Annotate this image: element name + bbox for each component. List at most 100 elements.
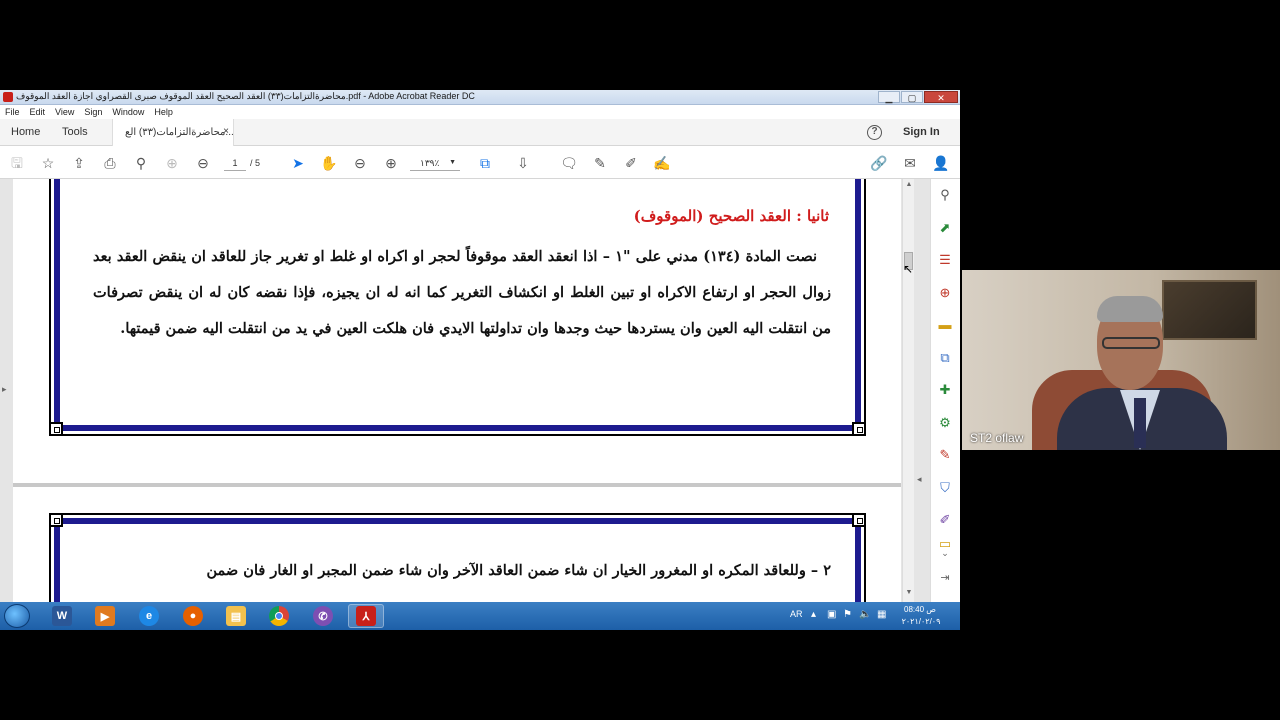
scan-enhance-icon[interactable]: ⚙ bbox=[936, 414, 954, 432]
tab-tools[interactable]: Tools bbox=[62, 126, 88, 138]
border-corner-ornament bbox=[49, 422, 63, 436]
clock-time[interactable]: ص 08:40 bbox=[900, 605, 940, 614]
organize-pages-icon[interactable]: ☰ bbox=[936, 251, 954, 269]
taskbar-chrome[interactable] bbox=[261, 604, 297, 628]
save-icon[interactable]: 🖫 bbox=[8, 154, 26, 172]
clock-date[interactable]: ٢٠٢١/٠٢/٠٩ bbox=[898, 617, 944, 626]
draw-icon[interactable]: ✐ bbox=[622, 154, 640, 172]
zoom-level-value: ١٣٩٪ bbox=[420, 158, 440, 168]
comment-icon[interactable]: 🗨 bbox=[560, 154, 578, 172]
document-paragraph: نصت المادة (١٣٤) مدني على "١ – اذا انعقد… bbox=[93, 248, 831, 337]
pdf-page-1: ثانيا : العقد الصحيح (الموقوف) نصت الماد… bbox=[13, 179, 901, 484]
maximize-button[interactable]: ▢ bbox=[901, 91, 923, 103]
menu-edit[interactable]: Edit bbox=[30, 105, 46, 119]
fit-page-icon[interactable]: ⧉ bbox=[476, 154, 494, 172]
taskbar-word[interactable]: W bbox=[44, 604, 80, 628]
mouse-cursor-icon: ↖ bbox=[903, 262, 914, 276]
folder-icon: ▤ bbox=[226, 606, 246, 626]
window-title: محاضرةالتزامات(٣٣) العقد الصحيح العقد ال… bbox=[16, 91, 475, 101]
menu-window[interactable]: Window bbox=[112, 105, 144, 119]
send-signature-icon[interactable]: ✐ bbox=[936, 511, 954, 529]
network-icon[interactable]: ▦ bbox=[877, 609, 886, 620]
share-upload-icon[interactable]: ⇪ bbox=[70, 154, 88, 172]
media-player-icon: ▶ bbox=[95, 606, 115, 626]
tray-expand-icon[interactable]: ▴ bbox=[811, 609, 816, 620]
edit-pdf-icon[interactable]: ✚ bbox=[936, 381, 954, 399]
search-icon[interactable]: ⚲ bbox=[936, 186, 954, 204]
link-icon[interactable]: 🔗 bbox=[870, 154, 888, 172]
menu-help[interactable]: Help bbox=[154, 105, 173, 119]
highlight-pen-icon[interactable]: ✎ bbox=[591, 154, 609, 172]
previous-page-icon[interactable]: ⊕ bbox=[163, 154, 181, 172]
collapse-pane-icon[interactable]: ⇥ bbox=[936, 569, 954, 587]
expand-tools-icon[interactable]: ⌄ bbox=[936, 544, 954, 562]
taskbar-file-explorer[interactable]: ▤ bbox=[218, 604, 254, 628]
toolbar: 🖫 ☆ ⇪ ⎙ ⚲ ⊕ ⊖ 1 / 5 ➤ ✋ ⊖ ⊕ ١٣٩٪ ▼ ⧉ ⇩ 🗨… bbox=[0, 147, 960, 179]
next-page-icon[interactable]: ⊖ bbox=[194, 154, 212, 172]
presenter-tie bbox=[1134, 398, 1146, 448]
webcam-participant-name: ST2 oflaw bbox=[970, 431, 1024, 445]
start-button[interactable] bbox=[4, 604, 30, 628]
sign-in-button[interactable]: Sign In bbox=[903, 126, 940, 138]
menu-view[interactable]: View bbox=[55, 105, 74, 119]
windows-taskbar: W ▶ e ● ▤ ✆ ⅄ AR ▴ ▣ ⚑ 🔈 ▦ ص 08:40 ٢٠٢١/… bbox=[0, 602, 960, 630]
fill-sign-icon[interactable]: ✍ bbox=[653, 154, 671, 172]
taskbar-internet-explorer[interactable]: e bbox=[131, 604, 167, 628]
hand-tool-icon[interactable]: ✋ bbox=[320, 154, 338, 172]
screen: محاضرةالتزامات(٣٣) العقد الصحيح العقد ال… bbox=[0, 0, 1280, 720]
help-icon[interactable]: ? bbox=[867, 125, 882, 140]
fill-and-sign-icon[interactable]: ✎ bbox=[936, 446, 954, 464]
firefox-icon: ● bbox=[183, 606, 203, 626]
taskbar-firefox[interactable]: ● bbox=[175, 604, 211, 628]
zoom-in-icon[interactable]: ⊕ bbox=[382, 154, 400, 172]
email-icon[interactable]: ✉ bbox=[901, 154, 919, 172]
viber-icon: ✆ bbox=[313, 606, 333, 626]
scrolling-mode-icon[interactable]: ⇩ bbox=[514, 154, 532, 172]
internet-explorer-icon: e bbox=[139, 606, 159, 626]
acrobat-icon: ⅄ bbox=[356, 606, 376, 626]
print-icon[interactable]: ⎙ bbox=[101, 154, 119, 172]
display-icon[interactable]: ▣ bbox=[827, 609, 836, 620]
window-controls: ▁ ▢ ✕ bbox=[878, 91, 958, 103]
scroll-down-icon[interactable]: ▼ bbox=[904, 589, 914, 599]
border-corner-ornament bbox=[49, 513, 63, 527]
export-pdf-icon[interactable]: ⬈ bbox=[936, 219, 954, 237]
scroll-up-icon[interactable]: ▲ bbox=[904, 181, 914, 191]
right-panel-toggle-icon[interactable]: ◂ bbox=[917, 474, 922, 485]
document-view[interactable]: ▸ ثانيا : العقد الصحيح (الموقوف) نصت الم… bbox=[0, 179, 930, 602]
zoom-level-select[interactable]: ١٣٩٪ ▼ bbox=[410, 155, 460, 171]
tab-document[interactable]: محاضرةالتزامات(٣٣) الع... × bbox=[112, 119, 234, 146]
protect-shield-icon[interactable]: ⛉ bbox=[936, 479, 954, 497]
chrome-icon bbox=[269, 606, 289, 626]
document-paragraph: ٢ – وللعاقد المكره او المغرور الخيار ان … bbox=[206, 562, 831, 579]
menu-file[interactable]: File bbox=[5, 105, 20, 119]
close-window-button[interactable]: ✕ bbox=[924, 91, 958, 103]
page-number-input[interactable]: 1 bbox=[224, 155, 246, 171]
left-panel-toggle-icon[interactable]: ▸ bbox=[2, 384, 7, 395]
close-tab-icon[interactable]: × bbox=[223, 126, 229, 137]
acrobat-window: محاضرةالتزامات(٣٣) العقد الصحيح العقد ال… bbox=[0, 90, 960, 630]
title-bar: محاضرةالتزامات(٣٣) العقد الصحيح العقد ال… bbox=[0, 90, 960, 105]
volume-icon[interactable]: 🔈 bbox=[859, 609, 871, 620]
zoom-out-icon[interactable]: ⊖ bbox=[351, 154, 369, 172]
create-pdf-icon[interactable]: ⊕ bbox=[936, 284, 954, 302]
minimize-button[interactable]: ▁ bbox=[878, 91, 900, 103]
language-indicator[interactable]: AR bbox=[790, 609, 803, 619]
tools-pane: ⚲ ⬈ ☰ ⊕ ▬ ⧉ ✚ ⚙ ✎ ⛉ ✐ ▭ ⌄ ⇥ bbox=[930, 179, 960, 602]
combine-files-icon[interactable]: ⧉ bbox=[936, 349, 954, 367]
wall-picture bbox=[1162, 280, 1257, 340]
add-user-icon[interactable]: 👤 bbox=[932, 154, 950, 172]
taskbar-acrobat[interactable]: ⅄ bbox=[348, 604, 384, 628]
taskbar-media-player[interactable]: ▶ bbox=[87, 604, 123, 628]
vertical-scrollbar[interactable]: ▲ ▼ bbox=[902, 179, 914, 602]
bookmark-star-icon[interactable]: ☆ bbox=[39, 154, 57, 172]
chevron-down-icon: ▼ bbox=[449, 159, 456, 166]
comment-panel-icon[interactable]: ▬ bbox=[936, 316, 954, 334]
select-cursor-icon[interactable]: ➤ bbox=[289, 154, 307, 172]
tab-home[interactable]: Home bbox=[11, 126, 40, 138]
menu-sign[interactable]: Sign bbox=[84, 105, 102, 119]
flag-icon[interactable]: ⚑ bbox=[843, 609, 852, 620]
taskbar-viber[interactable]: ✆ bbox=[305, 604, 341, 628]
zoom-search-icon[interactable]: ⚲ bbox=[132, 154, 150, 172]
border-corner-ornament bbox=[852, 422, 866, 436]
